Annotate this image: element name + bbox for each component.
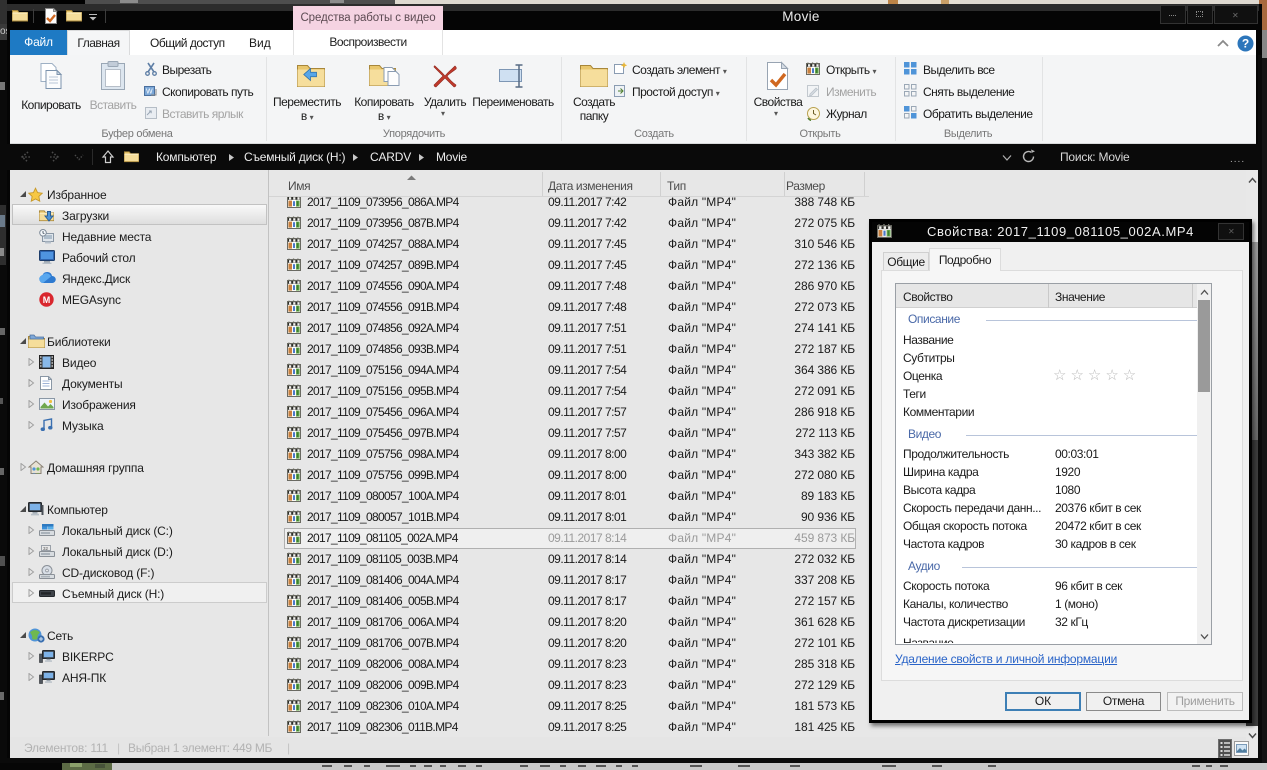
svg-text:M: M <box>43 295 51 305</box>
svg-text:W: W <box>146 89 153 96</box>
svg-text:?: ? <box>1242 37 1249 51</box>
svg-text:32: 32 <box>43 546 49 551</box>
